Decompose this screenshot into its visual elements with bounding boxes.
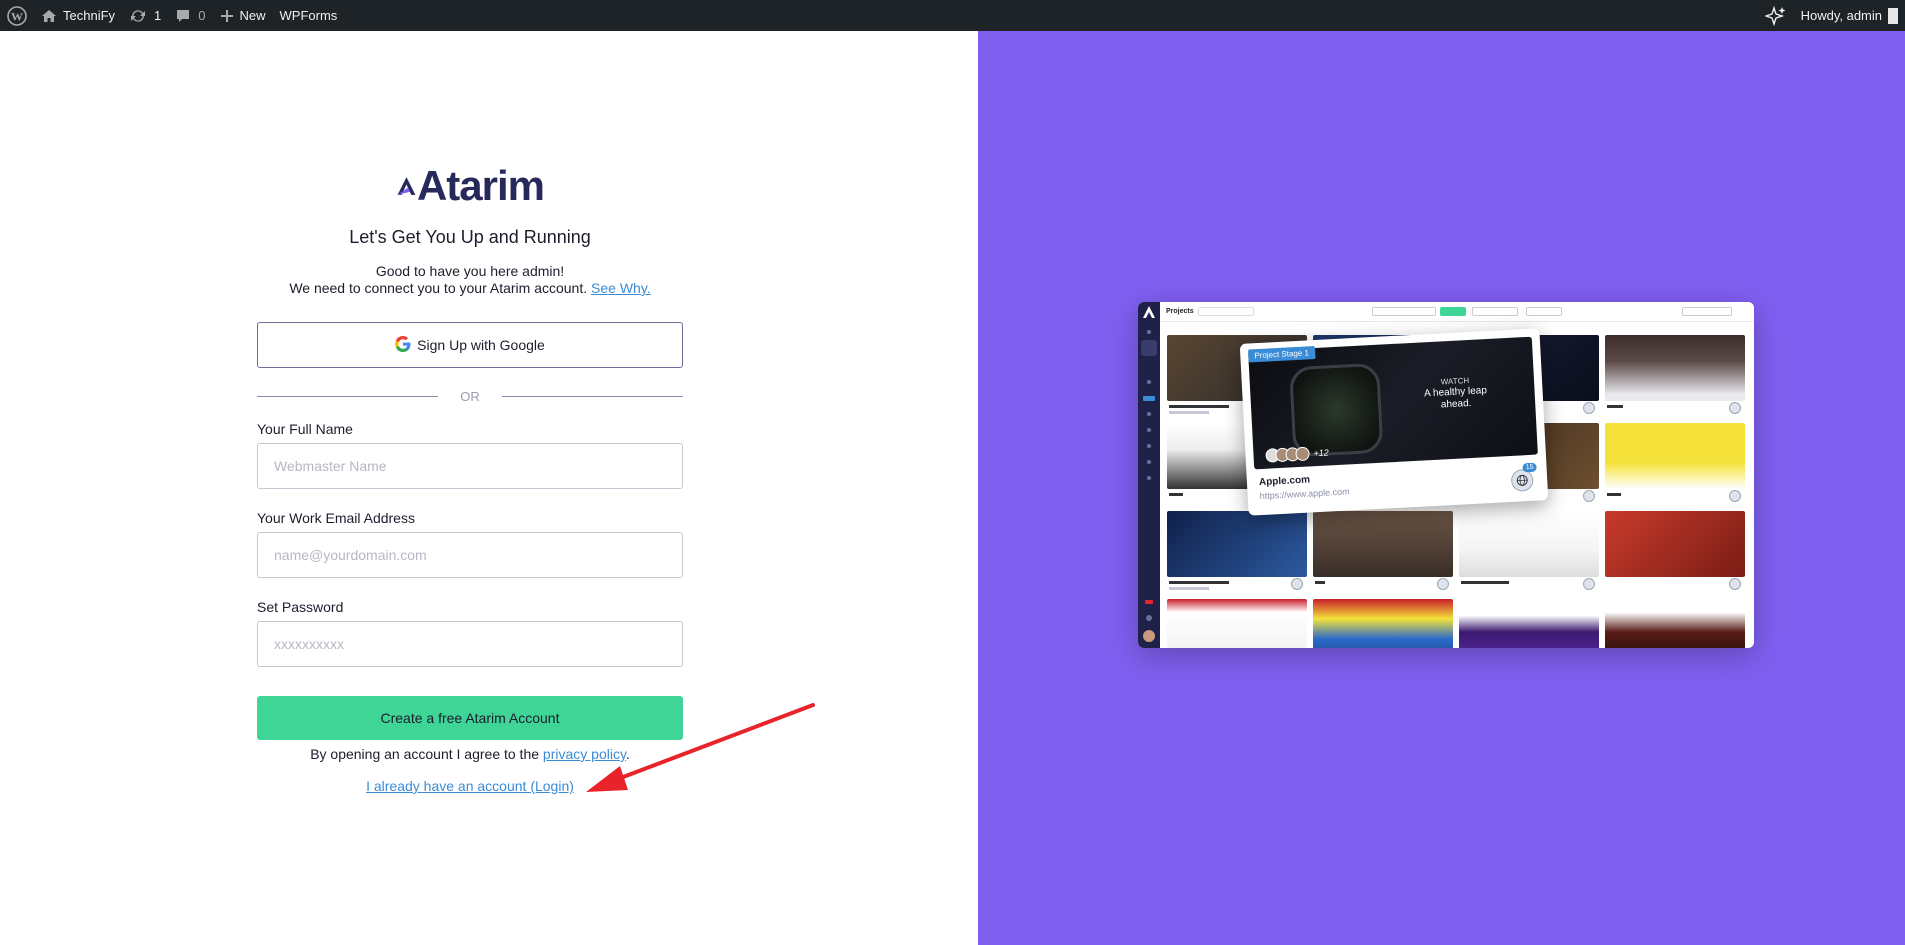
see-why-link[interactable]: See Why. — [591, 280, 651, 296]
preview-topbar: Projects — [1160, 302, 1754, 322]
wpforms-menu[interactable]: WPForms — [273, 0, 345, 31]
howdy-text: Howdy, admin — [1800, 8, 1882, 23]
password-label: Set Password — [257, 599, 344, 615]
preview-thumbnail-meta — [1605, 402, 1745, 416]
preview-more-count: +12 — [1313, 447, 1330, 459]
preview-thumbnail — [1605, 423, 1745, 489]
product-preview-panel: Projects WATCH A healthy leap ahead. +12… — [978, 31, 1905, 945]
annotation-arrow-icon — [586, 703, 815, 792]
agreement-text: By opening an account I agree to the — [310, 746, 540, 762]
home-icon — [41, 8, 57, 24]
plus-icon — [220, 9, 234, 23]
preview-sidebar — [1138, 302, 1160, 648]
atarim-logo: Atarim — [396, 162, 545, 209]
connect-text-row: We need to connect you to your Atarim ac… — [257, 280, 683, 296]
preview-avatars: +12 — [1265, 445, 1330, 463]
or-text: OR — [460, 388, 480, 404]
preview-headline: A healthy leap ahead. — [1423, 384, 1488, 411]
preview-comment-badge: 15 — [1522, 462, 1537, 473]
avatar — [1295, 446, 1310, 462]
logo-text: Atarim — [416, 162, 545, 209]
updates-count: 1 — [154, 8, 162, 23]
preview-pill — [1526, 307, 1562, 316]
preview-thumbnail — [1313, 511, 1453, 577]
preview-thumbnail — [1167, 511, 1307, 577]
email-label: Your Work Email Address — [257, 510, 415, 526]
dashboard-preview-image: Projects WATCH A healthy leap ahead. +12… — [1138, 302, 1754, 648]
new-content-menu[interactable]: New — [213, 0, 273, 31]
preview-thumbnail-meta — [1313, 578, 1453, 592]
preview-thumbnail-meta — [1605, 578, 1745, 592]
full-name-input[interactable] — [257, 443, 683, 489]
google-button-label: Sign Up with Google — [417, 337, 545, 353]
preview-pill — [1472, 307, 1518, 316]
comment-icon — [175, 8, 191, 24]
preview-thumbnail — [1167, 599, 1307, 648]
watch-icon — [1288, 362, 1384, 458]
page-title: Let's Get You Up and Running — [349, 227, 591, 247]
preview-thumbnail — [1313, 599, 1453, 648]
full-name-label: Your Full Name — [257, 421, 353, 437]
my-account-menu[interactable]: Howdy, admin — [1794, 0, 1905, 31]
preview-thumbnail-meta — [1167, 578, 1307, 592]
google-icon — [395, 335, 411, 355]
login-link[interactable]: I already have an account (Login) — [366, 778, 574, 794]
preview-thumbnail-meta — [1605, 490, 1745, 504]
globe-icon — [1510, 468, 1534, 492]
site-name: TechniFy — [63, 8, 116, 23]
wordpress-logo-menu[interactable]: W — [0, 0, 34, 31]
sparkle-icon — [1764, 5, 1787, 26]
preview-green-button — [1440, 307, 1466, 316]
divider-line — [257, 395, 439, 397]
wordpress-icon: W — [7, 5, 27, 26]
email-input[interactable] — [257, 532, 683, 578]
connect-text: We need to connect you to your Atarim ac… — [289, 280, 588, 296]
greeting-text: Good to have you here admin! — [375, 263, 565, 279]
wpforms-label: WPForms — [279, 8, 338, 23]
preview-thumbnail — [1459, 599, 1599, 648]
preview-thumbnail-meta — [1459, 578, 1599, 592]
admin-bar: W TechniFy 1 0 New WPForms Howdy, admin — [0, 0, 1905, 31]
preview-pill — [1372, 307, 1436, 316]
preview-project-card: WATCH A healthy leap ahead. +12 Project … — [1239, 328, 1549, 516]
divider-line — [501, 395, 683, 397]
site-name-menu[interactable]: TechniFy — [34, 0, 122, 31]
avatar — [1888, 7, 1898, 24]
comments-menu[interactable]: 0 — [168, 0, 212, 31]
ai-sparkle-button[interactable] — [1758, 0, 1794, 31]
svg-text:W: W — [11, 9, 23, 23]
new-label: New — [239, 8, 266, 23]
preview-thumbnail — [1605, 335, 1745, 401]
preview-thumbnail — [1605, 599, 1745, 648]
preview-headline-block: WATCH A healthy leap ahead. — [1420, 375, 1492, 412]
password-input[interactable] — [257, 621, 683, 667]
preview-thumbnail — [1605, 511, 1745, 577]
preview-site-url: https://www.apple.com — [1259, 486, 1350, 502]
preview-site-name: Apple.com — [1258, 474, 1311, 489]
or-divider: OR — [257, 388, 683, 404]
preview-search — [1198, 307, 1254, 316]
preview-thumbnail — [1459, 511, 1599, 577]
updates-menu[interactable]: 1 — [122, 0, 168, 31]
updates-icon — [129, 8, 147, 24]
atarim-logo-mark — [397, 177, 416, 195]
google-signup-button[interactable]: Sign Up with Google — [257, 322, 683, 368]
preview-pill — [1682, 307, 1732, 316]
preview-projects-label: Projects — [1166, 308, 1194, 315]
comments-count: 0 — [198, 8, 206, 23]
